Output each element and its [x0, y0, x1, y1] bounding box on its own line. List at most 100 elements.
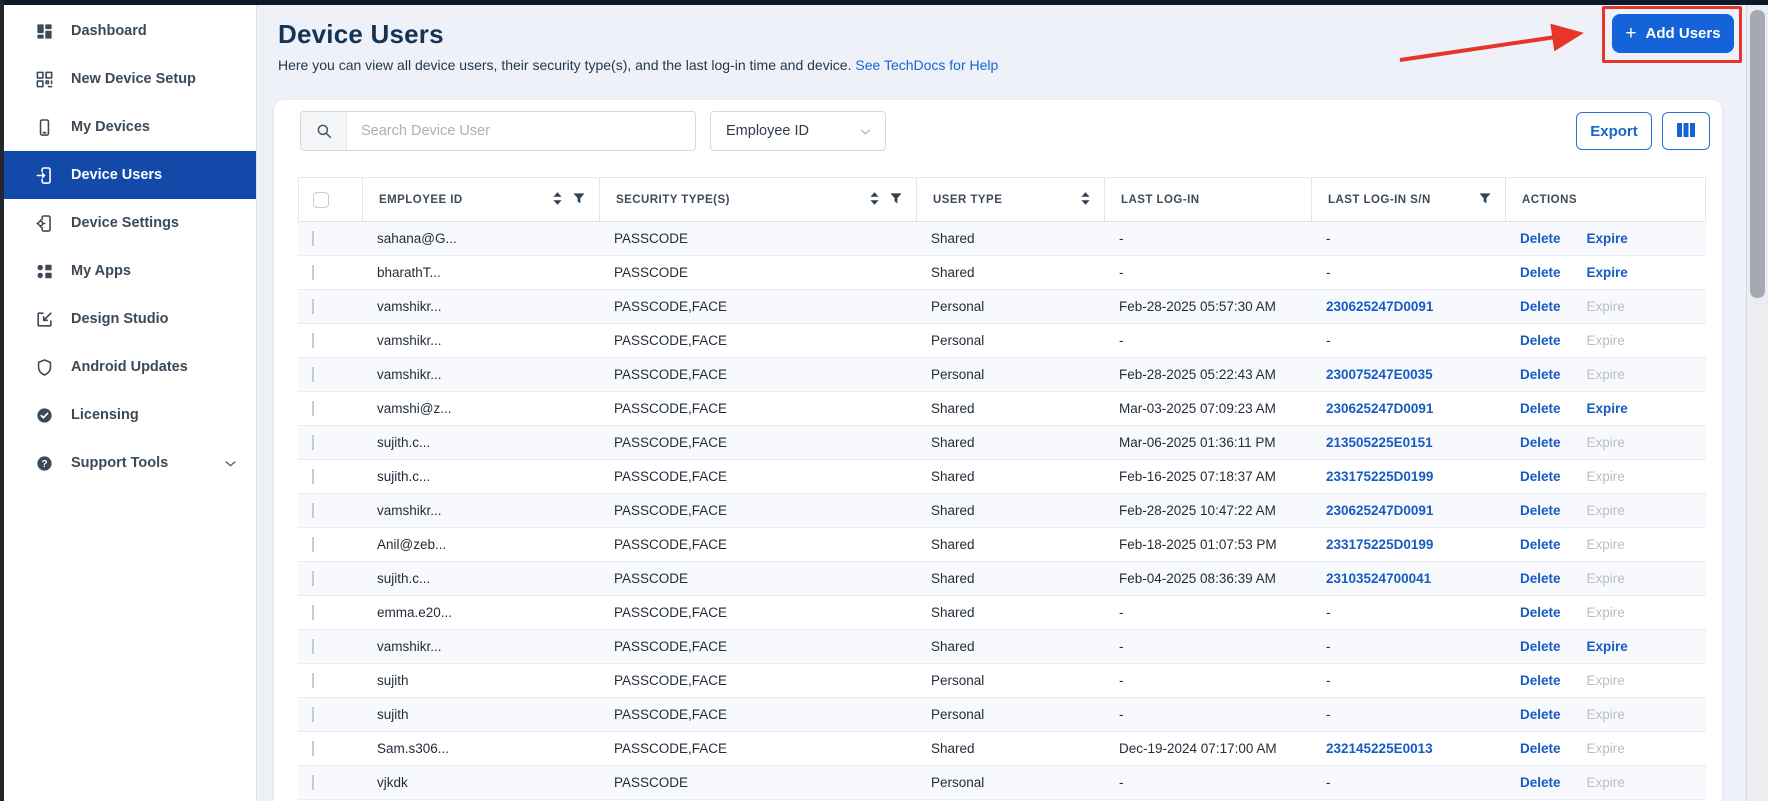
design-studio-icon	[34, 309, 54, 329]
chevron-down-icon	[858, 124, 873, 139]
search-by-dropdown[interactable]: Employee ID	[710, 111, 886, 151]
delete-link[interactable]: Delete	[1520, 435, 1561, 450]
sidebar-item-dashboard[interactable]: Dashboard	[4, 7, 256, 55]
serial-number-link[interactable]: 230625247D0091	[1326, 299, 1433, 314]
expire-link[interactable]: Expire	[1587, 639, 1628, 654]
page-subtitle-text: Here you can view all device users, thei…	[278, 57, 852, 73]
sidebar-item-design-studio[interactable]: Design Studio	[4, 295, 256, 343]
row-checkbox[interactable]	[312, 605, 314, 620]
delete-link[interactable]: Delete	[1520, 503, 1561, 518]
row-checkbox[interactable]	[312, 537, 314, 552]
table-row: Anil@zeb...PASSCODE,FACESharedFeb-18-202…	[298, 528, 1706, 562]
delete-link[interactable]: Delete	[1520, 571, 1561, 586]
table-row: sujith.c...PASSCODE,FACESharedMar-06-202…	[298, 426, 1706, 460]
sidebar-item-android-updates[interactable]: Android Updates	[4, 343, 256, 391]
row-checkbox[interactable]	[312, 741, 314, 756]
row-select-cell	[298, 537, 361, 552]
window-top-bar	[0, 0, 1768, 5]
sidebar-item-device-users[interactable]: Device Users	[4, 151, 256, 199]
sidebar-item-my-apps[interactable]: My Apps	[4, 247, 256, 295]
actions-cell: DeleteExpire	[1504, 367, 1706, 382]
row-checkbox[interactable]	[312, 367, 314, 382]
delete-link[interactable]: Delete	[1520, 401, 1561, 416]
row-checkbox[interactable]	[312, 265, 314, 280]
search-input[interactable]	[347, 112, 695, 150]
employee-id-cell: sujith	[361, 707, 598, 722]
employee-id-cell: emma.e20...	[361, 605, 598, 620]
delete-link[interactable]: Delete	[1520, 707, 1561, 722]
delete-link[interactable]: Delete	[1520, 367, 1561, 382]
column-settings-button[interactable]	[1662, 112, 1710, 150]
row-checkbox[interactable]	[312, 503, 314, 518]
scrollbar-thumb[interactable]	[1750, 10, 1765, 298]
last-login-cell: Dec-19-2024 07:17:00 AM	[1103, 741, 1310, 756]
delete-link[interactable]: Delete	[1520, 775, 1561, 790]
row-select-cell	[298, 401, 361, 416]
delete-link[interactable]: Delete	[1520, 605, 1561, 620]
column-header-employee-id: EMPLOYEE ID	[362, 178, 599, 221]
sidebar-item-device-settings[interactable]: Device Settings	[4, 199, 256, 247]
delete-link[interactable]: Delete	[1520, 333, 1561, 348]
row-checkbox[interactable]	[312, 639, 314, 654]
techdocs-help-link[interactable]: See TechDocs for Help	[855, 57, 998, 73]
serial-number-link[interactable]: 23103524700041	[1326, 571, 1431, 586]
add-users-button[interactable]: + Add Users	[1612, 14, 1734, 53]
filter-icon[interactable]	[573, 193, 585, 207]
security-types-cell: PASSCODE	[598, 265, 915, 280]
row-checkbox[interactable]	[312, 299, 314, 314]
row-checkbox[interactable]	[312, 571, 314, 586]
security-types-cell: PASSCODE	[598, 775, 915, 790]
plus-icon: +	[1625, 24, 1636, 43]
delete-link[interactable]: Delete	[1520, 469, 1561, 484]
sidebar-item-support-tools[interactable]: ?Support Tools	[4, 439, 256, 487]
row-checkbox[interactable]	[312, 707, 314, 722]
delete-link[interactable]: Delete	[1520, 299, 1561, 314]
serial-number-link[interactable]: 232145225E0013	[1326, 741, 1433, 756]
serial-number-link[interactable]: 233175225D0199	[1326, 537, 1433, 552]
employee-id-cell: sujith	[361, 673, 598, 688]
row-checkbox[interactable]	[312, 231, 314, 246]
row-checkbox[interactable]	[312, 435, 314, 450]
row-checkbox[interactable]	[312, 333, 314, 348]
sort-icon[interactable]	[870, 192, 879, 208]
row-checkbox[interactable]	[312, 469, 314, 484]
delete-link[interactable]: Delete	[1520, 741, 1561, 756]
delete-link[interactable]: Delete	[1520, 265, 1561, 280]
employee-id-cell: sujith.c...	[361, 469, 598, 484]
row-checkbox[interactable]	[312, 673, 314, 688]
header-select-cell	[299, 178, 362, 221]
delete-link[interactable]: Delete	[1520, 673, 1561, 688]
expire-link[interactable]: Expire	[1587, 401, 1628, 416]
last-login-cell: Feb-18-2025 01:07:53 PM	[1103, 537, 1310, 552]
delete-link[interactable]: Delete	[1520, 537, 1561, 552]
expire-link[interactable]: Expire	[1587, 231, 1628, 246]
serial-number-link[interactable]: 230625247D0091	[1326, 401, 1433, 416]
window-left-edge	[0, 0, 4, 801]
last-login-sn-value: -	[1326, 333, 1331, 348]
serial-number-link[interactable]: 230625247D0091	[1326, 503, 1433, 518]
vertical-scrollbar[interactable]	[1746, 5, 1768, 801]
sidebar-item-new-device-setup[interactable]: New Device Setup	[4, 55, 256, 103]
table-row: sujith.c...PASSCODE,FACESharedFeb-16-202…	[298, 460, 1706, 494]
last-login-sn-cell: 230625247D0091	[1310, 401, 1504, 416]
sort-icon[interactable]	[1081, 192, 1090, 208]
filter-icon[interactable]	[1479, 193, 1491, 207]
employee-id-cell: vamshikr...	[361, 639, 598, 654]
select-all-checkbox[interactable]	[313, 192, 329, 208]
expire-link[interactable]: Expire	[1587, 265, 1628, 280]
sort-icon[interactable]	[553, 192, 562, 208]
security-types-cell: PASSCODE,FACE	[598, 367, 915, 382]
sidebar-item-label: My Devices	[71, 119, 150, 135]
serial-number-link[interactable]: 230075247E0035	[1326, 367, 1433, 382]
row-checkbox[interactable]	[312, 775, 314, 790]
add-users-label: Add Users	[1646, 25, 1721, 42]
sidebar-item-licensing[interactable]: Licensing	[4, 391, 256, 439]
delete-link[interactable]: Delete	[1520, 231, 1561, 246]
serial-number-link[interactable]: 213505225E0151	[1326, 435, 1433, 450]
row-checkbox[interactable]	[312, 401, 314, 416]
delete-link[interactable]: Delete	[1520, 639, 1561, 654]
export-button[interactable]: Export	[1576, 112, 1652, 150]
filter-icon[interactable]	[890, 193, 902, 207]
serial-number-link[interactable]: 233175225D0199	[1326, 469, 1433, 484]
sidebar-item-my-devices[interactable]: My Devices	[4, 103, 256, 151]
